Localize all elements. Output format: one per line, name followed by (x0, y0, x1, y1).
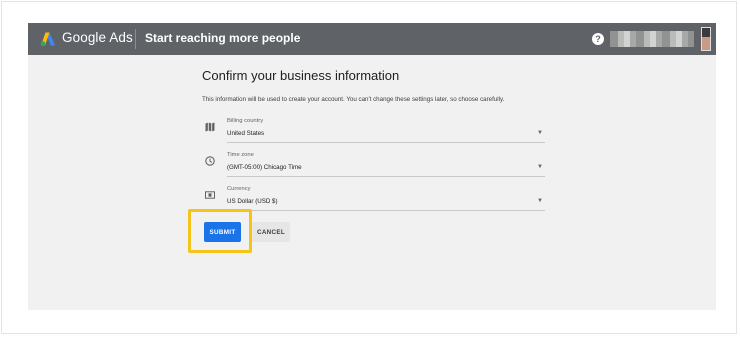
screenshot-frame: Google Ads Start reaching more people ? … (1, 1, 737, 334)
chevron-down-icon: ▼ (537, 164, 543, 170)
top-app-bar: Google Ads Start reaching more people ? (28, 23, 716, 55)
header-divider (135, 29, 136, 49)
currency-value: US Dollar (USD $) (227, 198, 278, 205)
account-info-redacted[interactable] (610, 31, 694, 47)
currency-icon (205, 191, 215, 199)
cancel-button[interactable]: CANCEL (252, 222, 290, 242)
brand-name: Google Ads (62, 30, 133, 45)
app-window: Google Ads Start reaching more people ? … (28, 23, 716, 310)
currency-label: Currency (227, 186, 251, 192)
avatar[interactable] (701, 27, 711, 51)
form-intro-text: This information will be used to create … (202, 96, 505, 103)
billing-country-select[interactable]: Billing country United States ▼ (202, 118, 545, 151)
time-zone-value: (GMT-05:00) Chicago Time (227, 164, 302, 171)
billing-country-label: Billing country (227, 118, 264, 124)
google-ads-logo-icon[interactable] (40, 32, 56, 46)
time-zone-select[interactable]: Time zone (GMT-05:00) Chicago Time ▼ (202, 152, 545, 185)
page-title: Start reaching more people (145, 31, 301, 45)
field-underline (227, 176, 545, 177)
billing-country-value: United States (227, 130, 265, 137)
map-icon (205, 122, 215, 132)
field-underline (227, 210, 545, 211)
chevron-down-icon: ▼ (537, 198, 543, 204)
time-zone-label: Time zone (227, 152, 254, 158)
form-title: Confirm your business information (202, 68, 400, 83)
field-underline (227, 142, 545, 143)
chevron-down-icon: ▼ (537, 130, 543, 136)
help-icon[interactable]: ? (592, 33, 604, 45)
currency-select[interactable]: Currency US Dollar (USD $) ▼ (202, 186, 545, 219)
submit-button[interactable]: SUBMIT (204, 222, 241, 242)
clock-icon (205, 156, 215, 166)
